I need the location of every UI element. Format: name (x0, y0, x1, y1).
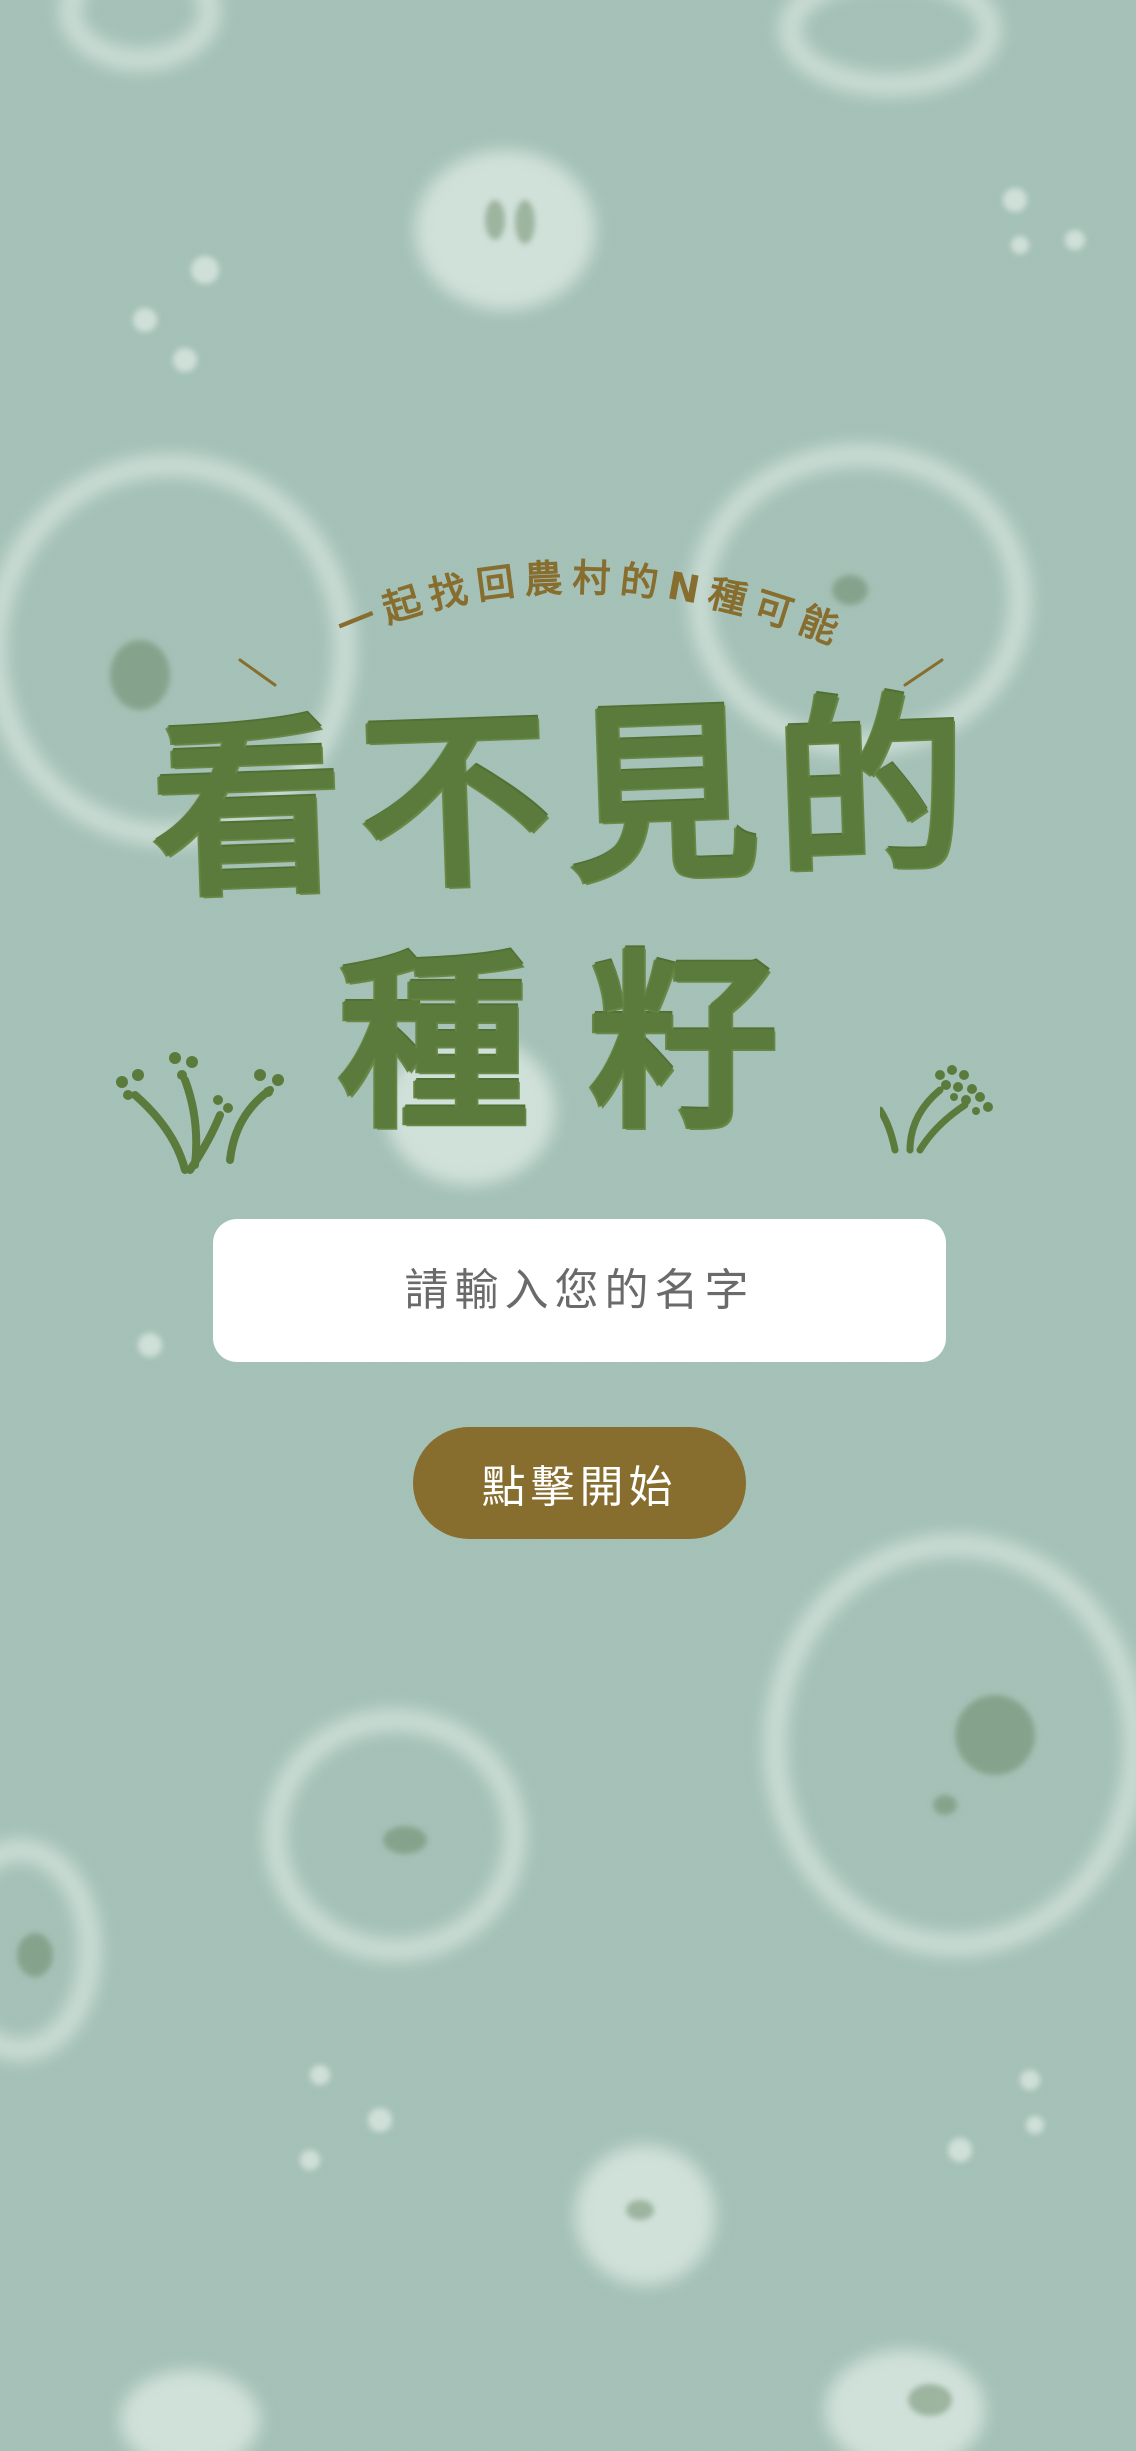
start-button[interactable]: 點擊開始 (413, 1427, 746, 1539)
tagline-text: 一起找回農村的N種可能 (331, 556, 844, 656)
tagline: 一起找回農村的N種可能 (238, 556, 944, 687)
title-line-1: 看不見的 (148, 674, 988, 925)
sprout-icon (116, 1052, 284, 1174)
svg-text:一起找回農村的N種可能: 一起找回農村的N種可能 (331, 556, 853, 656)
tagline-left-dash (238, 658, 277, 687)
name-input[interactable] (213, 1219, 946, 1362)
sprout-icon (880, 1065, 993, 1154)
